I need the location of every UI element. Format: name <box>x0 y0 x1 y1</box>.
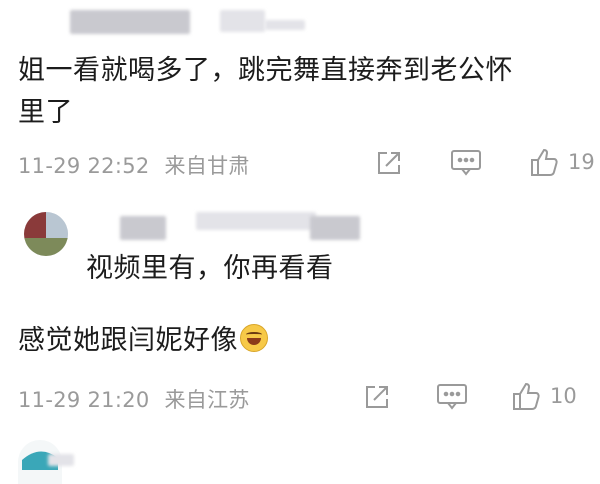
like-icon <box>531 148 558 176</box>
comment-1-meta: 11-29 22:52 来自甘肃 <box>18 150 250 180</box>
comment-2-text: 感觉她跟闫妮好像 <box>18 320 268 362</box>
comment-2-meta: 11-29 21:20 来自江苏 <box>18 384 250 414</box>
comment-1-reply-button[interactable] <box>450 149 482 177</box>
comment-2-share-button[interactable] <box>362 382 392 412</box>
reply-avatar[interactable] <box>24 212 68 256</box>
comment-1-location: 来自甘肃 <box>164 154 250 178</box>
comment-1-text-line2: 里了 <box>18 97 73 128</box>
reply-text: 视频里有，你再看看 <box>86 253 334 284</box>
comment-2-reply-button[interactable] <box>436 383 468 411</box>
blurred-reply-username-2 <box>196 212 316 230</box>
blurred-reply-username <box>120 216 166 240</box>
blurred-username <box>70 10 190 34</box>
comment-1-text-line1: 姐一看就喝多了，跳完舞直接奔到老公怀 <box>18 55 513 86</box>
comment-1-like-button[interactable]: 19 <box>528 146 595 178</box>
blurred-username-extra <box>220 10 265 32</box>
share-icon <box>366 386 388 408</box>
comment-1-share-button[interactable] <box>374 148 404 178</box>
comment-2-text-content: 感觉她跟闫妮好像 <box>18 325 238 356</box>
comment-1-like-count: 19 <box>568 150 595 174</box>
comment-2-time: 11-29 21:20 <box>18 388 150 412</box>
comment-icon <box>451 150 481 176</box>
comment-1-time: 11-29 22:52 <box>18 154 150 178</box>
blurred-username-extra2 <box>265 20 305 30</box>
laughing-tears-emoji-icon <box>240 324 268 352</box>
comment-2-like-button[interactable]: 10 <box>510 380 577 412</box>
like-icon <box>513 382 540 410</box>
blurred-next-username <box>48 454 74 466</box>
comment-icon <box>437 384 467 410</box>
comment-2-like-count: 10 <box>550 384 577 408</box>
blurred-reply-username-3 <box>310 216 360 240</box>
comment-2-location: 来自江苏 <box>164 388 250 412</box>
share-icon <box>378 152 400 174</box>
